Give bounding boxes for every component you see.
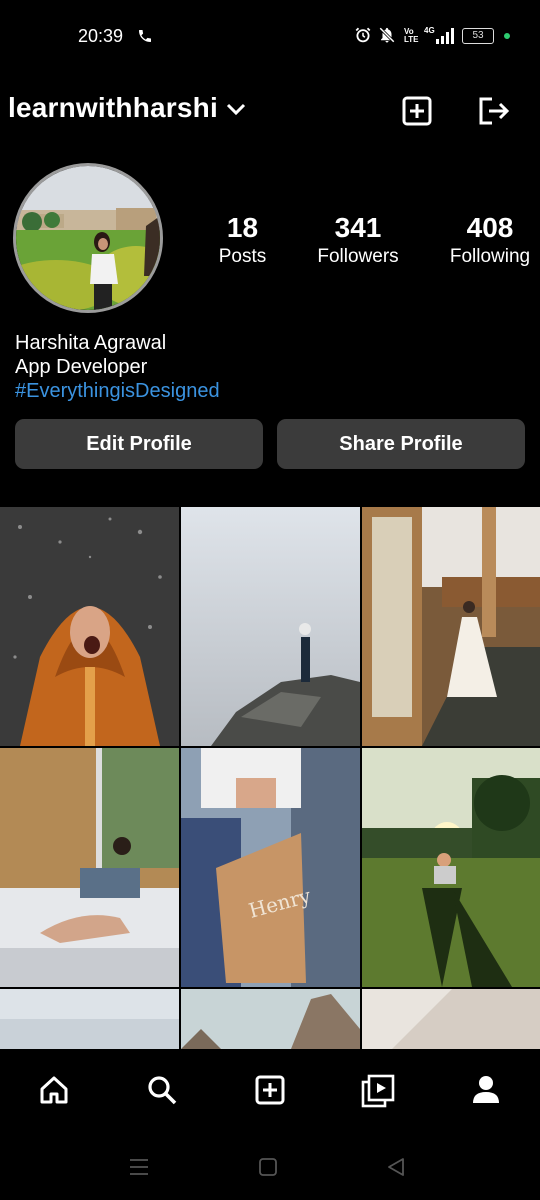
status-bar: 20:39 Vo LTE 4G 53 xyxy=(0,0,540,72)
edit-profile-button[interactable]: Edit Profile xyxy=(15,419,263,469)
mute-icon xyxy=(378,26,396,49)
alarm-icon xyxy=(354,26,372,49)
share-profile-button[interactable]: Share Profile xyxy=(277,419,525,469)
followers-count: 341 xyxy=(334,212,382,243)
home-icon[interactable] xyxy=(38,1074,70,1111)
post-tile[interactable] xyxy=(362,989,540,1049)
call-icon xyxy=(137,28,153,49)
post-tile[interactable] xyxy=(362,748,540,987)
reels-icon[interactable] xyxy=(361,1074,395,1113)
bio-hashtag[interactable]: #EverythingisDesigned xyxy=(15,380,220,403)
network-label: 4G xyxy=(424,26,435,35)
profile-username[interactable]: learnwithharshi xyxy=(8,92,218,124)
post-tile[interactable] xyxy=(181,989,360,1049)
system-nav-bar xyxy=(0,1133,540,1200)
followers-label: Followers xyxy=(317,246,399,267)
bottom-nav xyxy=(0,1049,540,1133)
post-tile[interactable] xyxy=(0,748,179,987)
post-tile[interactable] xyxy=(181,507,360,746)
post-tile[interactable]: Henry xyxy=(181,748,360,987)
chevron-down-icon[interactable] xyxy=(226,102,246,121)
volte-label: Vo LTE xyxy=(404,27,419,44)
following-count: 408 xyxy=(466,212,514,243)
stat-following[interactable]: 408 Following xyxy=(444,212,536,268)
post-tile[interactable] xyxy=(362,507,540,746)
stat-posts[interactable]: 18 Posts xyxy=(205,212,280,268)
following-label: Following xyxy=(449,246,531,267)
logout-icon[interactable] xyxy=(478,96,510,131)
battery-indicator: 53 xyxy=(462,28,494,44)
search-icon[interactable] xyxy=(146,1074,178,1111)
signal-icon xyxy=(436,28,456,49)
posts-grid: Henry xyxy=(0,507,540,1049)
profile-icon[interactable] xyxy=(471,1074,501,1109)
status-time: 20:39 xyxy=(78,26,124,46)
post-tile[interactable] xyxy=(0,507,179,746)
bio-name: Harshita Agrawal xyxy=(15,332,167,354)
stat-followers[interactable]: 341 Followers xyxy=(310,212,406,268)
bio-title: App Developer xyxy=(15,356,148,378)
post-tile[interactable] xyxy=(0,989,179,1049)
add-icon[interactable] xyxy=(254,1074,286,1111)
add-post-icon[interactable] xyxy=(402,96,432,131)
posts-count: 18 xyxy=(226,212,259,243)
home-square-icon[interactable] xyxy=(258,1157,278,1182)
avatar[interactable] xyxy=(13,163,163,313)
charging-dot xyxy=(504,33,510,39)
posts-label: Posts xyxy=(218,246,267,267)
back-icon[interactable] xyxy=(386,1157,406,1182)
menu-icon[interactable] xyxy=(128,1157,150,1182)
